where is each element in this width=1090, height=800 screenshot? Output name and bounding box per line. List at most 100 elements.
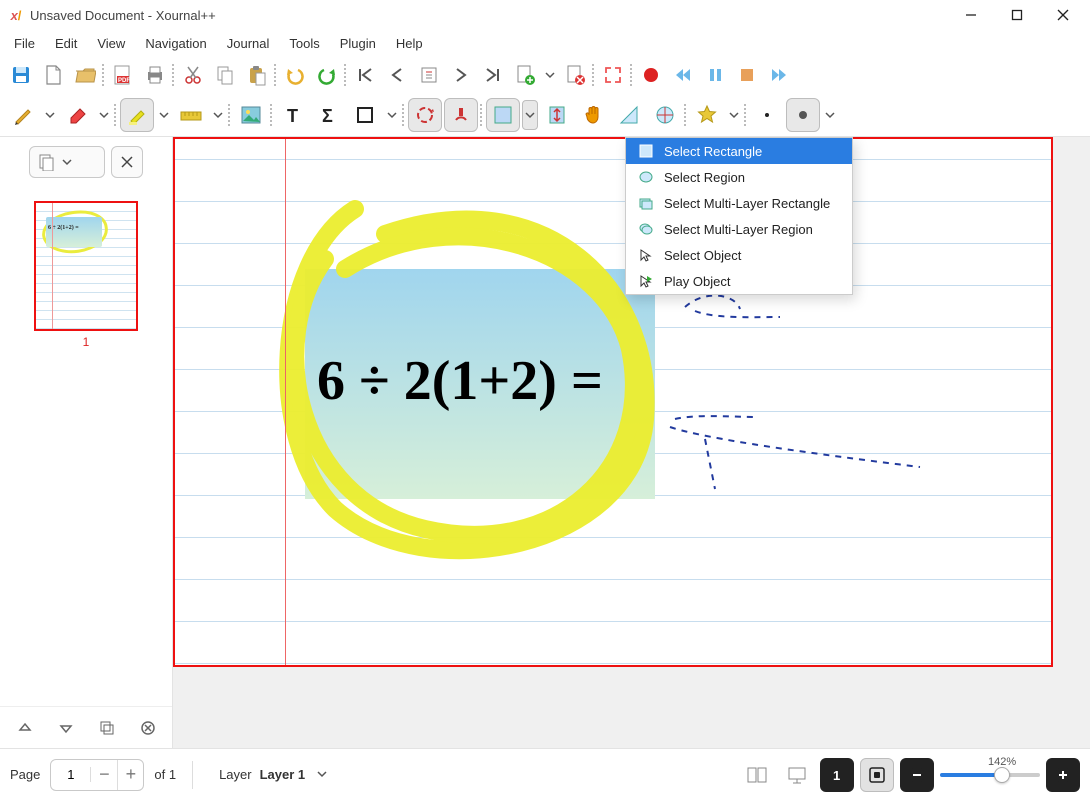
setsquare-tool[interactable] <box>612 98 646 132</box>
separator <box>402 100 406 130</box>
highlighter-tool[interactable] <box>120 98 154 132</box>
lasso-icon <box>638 169 654 185</box>
save-button[interactable] <box>6 60 36 90</box>
zoom-fit-button[interactable] <box>860 758 894 792</box>
zoom-slider[interactable]: 142% <box>940 758 1040 792</box>
menu-select-rectangle[interactable]: Select Rectangle <box>626 138 852 164</box>
add-page-button[interactable] <box>510 60 540 90</box>
stop-button[interactable] <box>732 60 762 90</box>
remove-button[interactable] <box>133 713 163 743</box>
maximize-button[interactable] <box>994 0 1040 30</box>
separator <box>274 60 278 90</box>
menu-tools[interactable]: Tools <box>279 33 329 54</box>
zoom-in-button[interactable] <box>1046 758 1080 792</box>
undo-button[interactable] <box>280 60 310 90</box>
menu-file[interactable]: File <box>4 33 45 54</box>
export-pdf-button[interactable]: PDF <box>108 60 138 90</box>
fullscreen-button[interactable] <box>598 60 628 90</box>
record-button[interactable] <box>636 60 666 90</box>
vertical-space-tool[interactable] <box>540 98 574 132</box>
hand-tool[interactable] <box>576 98 610 132</box>
pause-button[interactable] <box>700 60 730 90</box>
pen-tool[interactable] <box>6 98 40 132</box>
menu-navigation[interactable]: Navigation <box>135 33 216 54</box>
page-canvas[interactable]: 6 ÷ 2(1+2) = <box>173 137 1053 667</box>
page-input[interactable] <box>51 767 91 782</box>
layer-dropdown[interactable] <box>313 763 331 786</box>
rectangle-icon <box>638 143 654 159</box>
menu-edit[interactable]: Edit <box>45 33 87 54</box>
math-tool[interactable]: Σ <box>312 98 346 132</box>
duplicate-button[interactable] <box>92 713 122 743</box>
close-button[interactable] <box>1040 0 1086 30</box>
page-decrement[interactable]: − <box>91 759 117 791</box>
page-spinner[interactable]: − + <box>50 759 144 791</box>
menu-select-multilayer-region[interactable]: Select Multi-Layer Region <box>626 216 852 242</box>
sidebar-close-button[interactable] <box>111 146 143 178</box>
highlighter-dropdown[interactable] <box>156 100 172 130</box>
thick-dot-tool[interactable] <box>786 98 820 132</box>
select-tool[interactable] <box>486 98 520 132</box>
menu-help[interactable]: Help <box>386 33 433 54</box>
ruler-dropdown[interactable] <box>210 100 226 130</box>
thin-dot-tool[interactable] <box>750 98 784 132</box>
last-page-button[interactable] <box>478 60 508 90</box>
first-page-button[interactable] <box>350 60 380 90</box>
grid-snap-tool[interactable] <box>444 98 478 132</box>
rotation-snap-tool[interactable] <box>408 98 442 132</box>
thickness-dropdown[interactable] <box>822 100 838 130</box>
separator <box>270 100 274 130</box>
favorites-dropdown[interactable] <box>726 100 742 130</box>
minimize-button[interactable] <box>948 0 994 30</box>
favorites-tool[interactable] <box>690 98 724 132</box>
separator <box>228 100 232 130</box>
sidebar-view-combo[interactable] <box>29 146 105 178</box>
page-increment[interactable]: + <box>117 759 143 791</box>
print-button[interactable] <box>140 60 170 90</box>
menu-select-region[interactable]: Select Region <box>626 164 852 190</box>
cut-button[interactable] <box>178 60 208 90</box>
menu-journal[interactable]: Journal <box>217 33 280 54</box>
copy-button[interactable] <box>210 60 240 90</box>
move-up-button[interactable] <box>10 713 40 743</box>
eraser-dropdown[interactable] <box>96 100 112 130</box>
menu-select-multilayer-rectangle[interactable]: Select Multi-Layer Rectangle <box>626 190 852 216</box>
menu-item-label: Select Rectangle <box>664 144 762 159</box>
new-button[interactable] <box>38 60 68 90</box>
next-page-button[interactable] <box>446 60 476 90</box>
ruler-tool[interactable] <box>174 98 208 132</box>
canvas-area[interactable]: 6 ÷ 2(1+2) = Select Rectangle Select Reg… <box>173 137 1090 748</box>
seek-back-button[interactable] <box>668 60 698 90</box>
zoom-out-button[interactable] <box>900 758 934 792</box>
menu-view[interactable]: View <box>87 33 135 54</box>
menu-plugin[interactable]: Plugin <box>330 33 386 54</box>
redo-button[interactable] <box>312 60 342 90</box>
separator <box>684 100 688 130</box>
eraser-tool[interactable] <box>60 98 94 132</box>
menu-select-object[interactable]: Select Object <box>626 242 852 268</box>
menu-play-object[interactable]: Play Object <box>626 268 852 294</box>
presentation-button[interactable] <box>780 758 814 792</box>
prev-page-button[interactable] <box>382 60 412 90</box>
compass-tool[interactable] <box>648 98 682 132</box>
shape-dropdown[interactable] <box>384 100 400 130</box>
thumb-equation: 6 ÷ 2(1+2) = <box>48 225 79 231</box>
page-thumbnail[interactable]: 6 ÷ 2(1+2) = <box>34 201 138 331</box>
text-tool[interactable]: T <box>276 98 310 132</box>
add-page-dropdown[interactable] <box>542 60 558 90</box>
open-button[interactable] <box>70 60 100 90</box>
shape-tool[interactable] <box>348 98 382 132</box>
image-tool[interactable] <box>234 98 268 132</box>
separator <box>114 100 118 130</box>
delete-page-button[interactable] <box>560 60 590 90</box>
select-tool-dropdown[interactable] <box>522 100 538 130</box>
goto-page-button[interactable] <box>414 60 444 90</box>
seek-forward-button[interactable] <box>764 60 794 90</box>
paste-button[interactable] <box>242 60 272 90</box>
paired-pages-button[interactable] <box>740 758 774 792</box>
zoom-100-button[interactable]: 1 <box>820 758 854 792</box>
pen-dropdown[interactable] <box>42 100 58 130</box>
svg-text:1: 1 <box>833 768 840 783</box>
menu-item-label: Select Region <box>664 170 745 185</box>
move-down-button[interactable] <box>51 713 81 743</box>
